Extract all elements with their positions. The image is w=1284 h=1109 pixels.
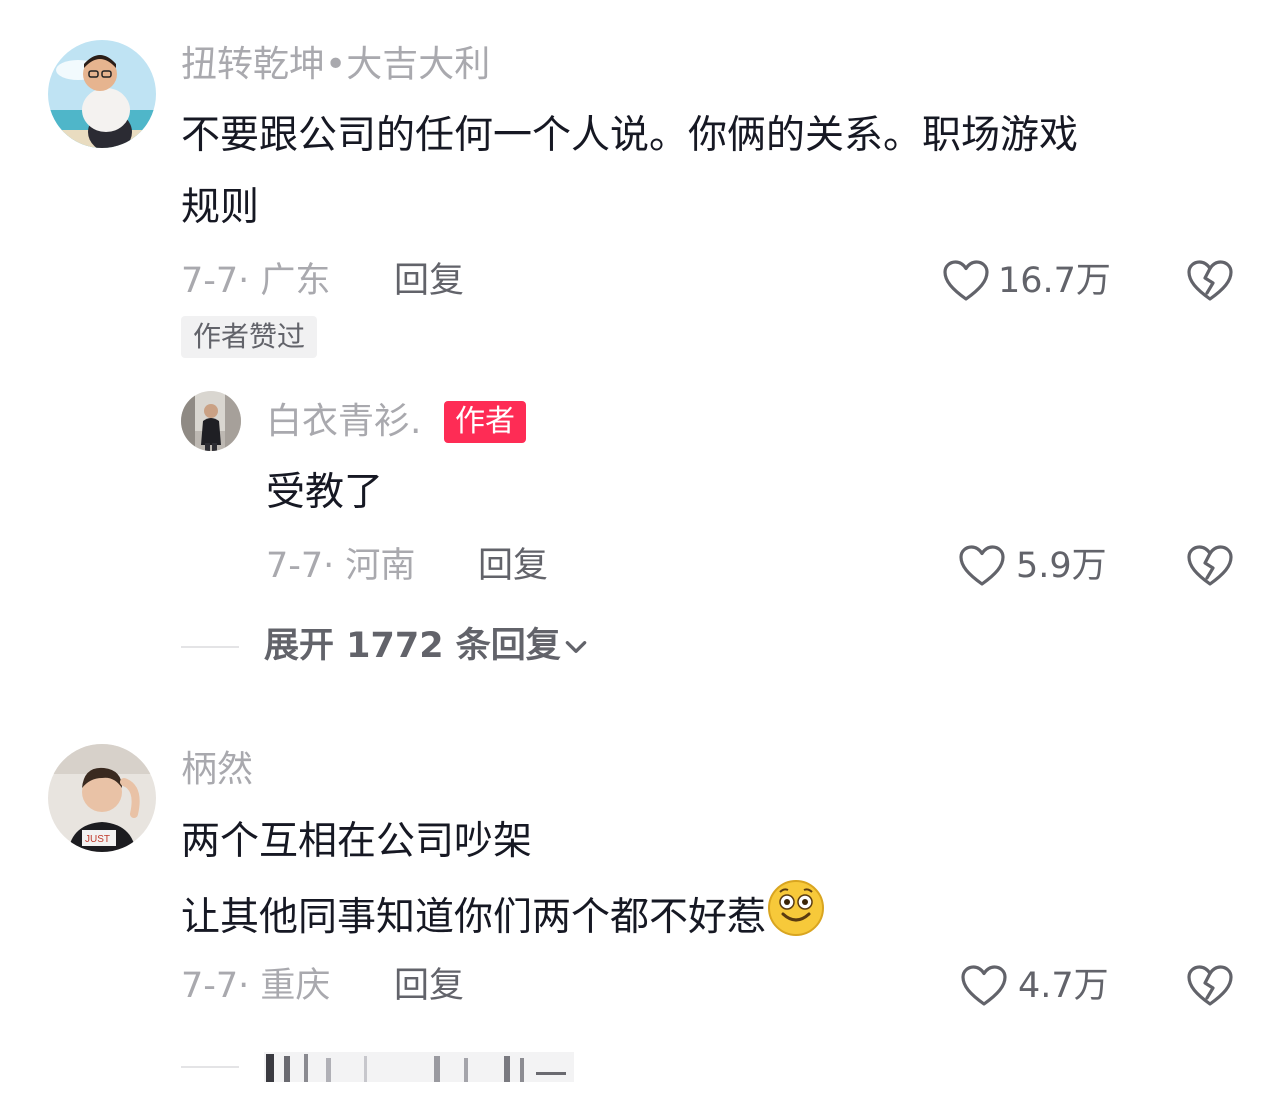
like-count: 16.7万 [998, 261, 1111, 301]
author-liked-tag: 作者赞过 [181, 316, 318, 358]
comment-text-line-content: 让其他同事知道你们两个都不好惹 [181, 895, 767, 940]
divider-line [181, 646, 239, 648]
username[interactable]: 白衣青衫. [266, 404, 421, 440]
grinning-face-emoji [768, 880, 825, 936]
chevron-down-icon[interactable] [563, 634, 589, 660]
dislike-broken-heart-icon[interactable] [1186, 964, 1234, 1008]
comment-text-line: 不要跟公司的任何一个人说。你俩的关系。职场游戏 [181, 113, 1079, 158]
svg-text:JUST: JUST [85, 834, 110, 845]
dislike-broken-heart-icon[interactable] [1186, 544, 1234, 588]
comment-text-line: 让其他同事知道你们两个都不好惹 [181, 878, 826, 954]
author-tag: 作者 [444, 401, 526, 443]
comment-text: 两个互相在公司吵架 让其他同事知道你们两个都不好惹 [181, 806, 826, 954]
date-location: 7-7· 河南 [266, 546, 416, 586]
username[interactable]: 扭转乾坤•大吉大利 [181, 47, 490, 83]
young-man-avatar-icon: JUST [48, 744, 156, 852]
boy-beach-avatar-icon [48, 40, 156, 148]
date-location: 7-7· 重庆 [181, 966, 331, 1006]
like-count: 5.9万 [1016, 546, 1107, 586]
heart-icon[interactable] [960, 964, 1008, 1008]
reply-button[interactable]: 回复 [478, 549, 548, 584]
heart-icon[interactable] [958, 544, 1006, 588]
reply-button[interactable]: 回复 [394, 969, 464, 1004]
blurred-text [264, 1052, 574, 1082]
comment-text: 受教了 [266, 470, 384, 515]
date-location: 7-7· 广东 [181, 261, 331, 301]
comment-text-line: 两个互相在公司吵架 [181, 819, 533, 864]
reply-button[interactable]: 回复 [394, 264, 464, 299]
heart-icon[interactable] [942, 259, 990, 303]
comment-text-line: 规则 [181, 185, 260, 230]
divider-line [181, 1066, 239, 1068]
street-photo-avatar-icon [181, 391, 241, 451]
comment-text: 不要跟公司的任何一个人说。你俩的关系。职场游戏 规则 [181, 100, 1078, 244]
dislike-broken-heart-icon[interactable] [1186, 259, 1234, 303]
avatar[interactable] [48, 40, 156, 148]
like-count: 4.7万 [1018, 966, 1109, 1006]
avatar[interactable]: JUST [48, 744, 156, 852]
avatar[interactable] [181, 391, 241, 451]
expand-replies-button[interactable]: 展开 1772 条回复 [264, 629, 561, 664]
username[interactable]: 柄然 [181, 752, 253, 788]
